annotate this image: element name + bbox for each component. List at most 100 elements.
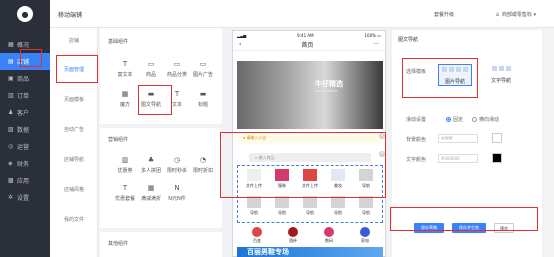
- coupon-icon: ▥: [121, 156, 129, 164]
- page-title: 移动端铺: [58, 12, 83, 19]
- nav-item[interactable]: 导航: [270, 196, 294, 216]
- wine-glass-icon: [288, 227, 298, 237]
- sidebar-item-goods[interactable]: ▣ 商品: [0, 70, 50, 87]
- slide-horizontal-radio[interactable]: 横向滑动: [472, 116, 499, 123]
- text-icon: T: [122, 60, 128, 68]
- sidebar-item-finance[interactable]: ◈ 财务: [0, 155, 50, 172]
- settings-title: 图文导航: [398, 37, 419, 43]
- slide-label: 滑动设置: [406, 117, 427, 123]
- user-menu[interactable]: ♙ 商部或零售标 ▾: [495, 11, 536, 18]
- nav-item[interactable]: 导航: [354, 196, 378, 216]
- sidebar-item-operations[interactable]: ◎ 运营: [0, 138, 50, 155]
- subnav-item-store[interactable]: 店铺: [50, 37, 98, 44]
- bg-color-label: 背景颜色: [406, 137, 427, 143]
- text-color-label: 文字颜色: [406, 157, 427, 163]
- n-yuan-icon: N: [174, 184, 180, 192]
- sidebar-item-customers[interactable]: ♟ 客户: [0, 104, 50, 121]
- sidebar-item-data[interactable]: ▧ 数据: [0, 121, 50, 138]
- heading-icon: ▬: [199, 90, 207, 98]
- reduction-icon: ▦: [147, 184, 155, 192]
- goods-icon: ▭: [147, 60, 155, 68]
- template-option-text-nav[interactable]: 文字导航: [484, 64, 518, 86]
- cube-icon: ▦: [121, 90, 129, 98]
- nav-item-baibian[interactable]: 百变: [245, 227, 269, 244]
- wallet-icon: ◈: [8, 159, 13, 167]
- radio-icon: [472, 117, 477, 122]
- subnav-item-page-template[interactable]: 页面模板: [50, 96, 98, 103]
- signal-icon: ▂▃▅: [237, 32, 247, 38]
- comp-bundle[interactable]: T 优惠套餐: [112, 184, 138, 202]
- category-icon: ▭: [173, 60, 181, 68]
- text-color-input[interactable]: #000000: [438, 154, 478, 163]
- icon-nav-row: 百变 酒杯 数码 家电: [237, 225, 383, 245]
- comp-cube[interactable]: ▦ 魔方: [112, 90, 138, 108]
- avatar-icon: ♙: [495, 12, 500, 18]
- battery-indicator: 100% ▭: [364, 32, 382, 38]
- right-scroll-strip[interactable]: [544, 28, 554, 257]
- nav-item[interactable]: 导航: [242, 196, 266, 216]
- user-icon: ♟: [8, 108, 14, 116]
- subnav-item-auto-ads[interactable]: 自动广告: [50, 126, 98, 133]
- text-color-swatch[interactable]: [492, 153, 502, 163]
- section-divider: [100, 124, 222, 128]
- top-bar: 移动端铺 套餐升级 ♙ 商部或零售标 ▾: [50, 0, 554, 28]
- bg-color-swatch[interactable]: [492, 133, 502, 143]
- subnav-page-manage-highlight: [56, 55, 98, 83]
- basic-components-title: 基础组件: [108, 39, 129, 45]
- phone-page-title: 首页: [301, 42, 314, 49]
- status-bar: ▂▃▅ 9:41 AM 100% ▭: [233, 31, 385, 39]
- subnav-item-store-style[interactable]: 店铺风格: [50, 186, 98, 193]
- subnav-item-store-nav[interactable]: 店铺导航: [50, 156, 98, 163]
- nav-item[interactable]: 导航: [298, 196, 322, 216]
- nav-item[interactable]: 导航: [326, 196, 350, 216]
- comp-coupon[interactable]: ▥ 优惠券: [112, 156, 138, 174]
- nav-item-appliance[interactable]: 家电: [353, 227, 377, 244]
- order-icon: ▥: [8, 91, 14, 99]
- nav-item-digital[interactable]: 数码: [317, 227, 341, 244]
- phone-icon: [252, 227, 262, 237]
- comp-goods-category[interactable]: ▭ 商品分类: [164, 60, 190, 78]
- comp-time-discount[interactable]: ◔ 限时折扣: [190, 156, 216, 174]
- image-icon: ▭: [199, 60, 207, 68]
- app-icon: ▩: [8, 176, 14, 184]
- comp-n-yuan-n-items[interactable]: N N元N件: [164, 184, 190, 202]
- components-panel: 基础组件 T 富文本 ▭ 商品 ▭ 商品分类 ▭ 图片广告 ▦ 魔方 ▬ 图文导航 T 文本 …: [100, 28, 222, 257]
- sidebar-item-orders[interactable]: ▥ 订单: [0, 87, 50, 104]
- grid-icon: ▦: [8, 40, 14, 48]
- logo-icon[interactable]: ●: [17, 6, 33, 22]
- banner-image[interactable]: 牛仔精选 NEW IN DENIM: [237, 61, 383, 129]
- radio-icon: [446, 117, 451, 122]
- comp-full-reduction[interactable]: ▦ 满减满折: [138, 184, 164, 202]
- subnav-item-my-files[interactable]: 我的文件: [50, 216, 98, 223]
- nav-item-wine[interactable]: 酒杯: [281, 227, 305, 244]
- template-preview: [484, 64, 518, 74]
- other-components-title: 其他组件: [108, 241, 129, 247]
- status-time: 9:41 AM: [297, 32, 314, 38]
- sidebar-item-settings[interactable]: ✲ 设置: [0, 189, 50, 206]
- back-icon[interactable]: ‹: [239, 41, 241, 48]
- save-buttons-highlight: [390, 207, 538, 231]
- comp-goods[interactable]: ▭ 商品: [138, 60, 164, 78]
- comp-flash-sale[interactable]: ◷ 限时秒杀: [164, 156, 190, 174]
- store-icon: ▤: [8, 57, 14, 65]
- comp-group-buy[interactable]: ♣ 多人拼团: [138, 156, 164, 174]
- upgrade-link[interactable]: 套餐升级: [434, 11, 454, 18]
- phone-nav-bar: ‹ 首页 ···: [233, 39, 385, 51]
- comp-heading[interactable]: ▬ 标题: [190, 90, 216, 108]
- comp-image-ad[interactable]: ▭ 图片广告: [190, 60, 216, 78]
- sidebar-store-highlight: [20, 49, 42, 67]
- chart-icon: ▧: [8, 125, 14, 133]
- promo-banner[interactable]: 百丽男鞋专场: [237, 247, 383, 257]
- comp-rich-text[interactable]: T 富文本: [112, 60, 138, 78]
- slide-fixed-radio[interactable]: 固定: [446, 116, 463, 123]
- graphic-nav-preview-highlight: [220, 132, 386, 198]
- camera-icon: [324, 227, 334, 237]
- section-divider: [100, 228, 222, 232]
- sidebar-item-apps[interactable]: ▩ 应用: [0, 172, 50, 189]
- graphic-nav-highlight: [138, 85, 172, 115]
- bundle-icon: T: [122, 184, 128, 192]
- box-icon: ▣: [8, 74, 14, 82]
- group-icon: ♣: [147, 156, 155, 164]
- bg-color-input[interactable]: #ffffff: [438, 134, 478, 143]
- more-icon[interactable]: ···: [373, 41, 379, 48]
